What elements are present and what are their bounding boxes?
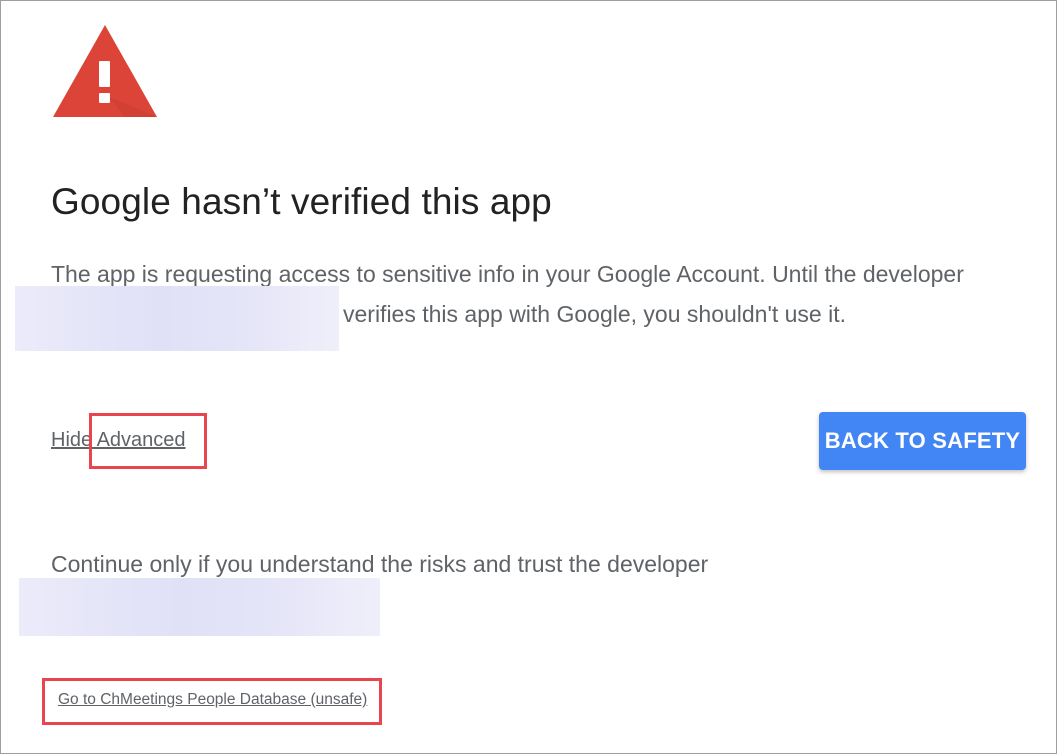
back-to-safety-button[interactable]: BACK TO SAFETY: [819, 412, 1026, 470]
annotation-highlight-goto: [42, 678, 382, 725]
description-line-2: verifies this app with Google, you shoul…: [343, 301, 847, 327]
redacted-developer-name: [15, 286, 339, 351]
continue-warning-text: Continue only if you understand the risk…: [51, 551, 709, 577]
warning-triangle-icon: [53, 25, 157, 117]
dialog-frame: Google hasn’t verified this app The app …: [0, 0, 1057, 754]
redacted-developer-email: [19, 578, 380, 636]
annotation-highlight-advanced: [89, 413, 207, 469]
description-line-1: The app is requesting access to sensitiv…: [51, 261, 964, 287]
page-title: Google hasn’t verified this app: [51, 181, 552, 222]
